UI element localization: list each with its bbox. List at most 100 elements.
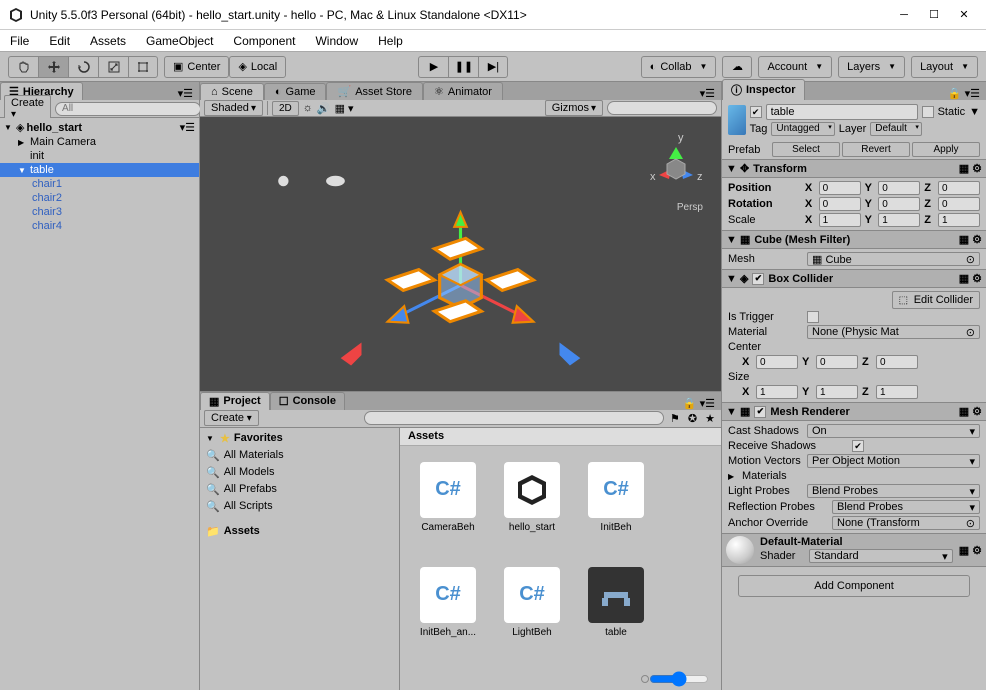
receive-shadows-checkbox[interactable]: ✔	[852, 440, 864, 452]
gameobject-icon[interactable]	[728, 105, 746, 135]
hierarchy-item[interactable]: chair2	[0, 191, 199, 205]
asset-item[interactable]: C#InitBeh	[584, 462, 648, 533]
play-button[interactable]: ▶	[418, 56, 448, 78]
scale-x[interactable]	[819, 213, 861, 227]
menu-window[interactable]: Window	[311, 32, 362, 50]
scale-y[interactable]	[878, 213, 920, 227]
minimize-button[interactable]: ─	[898, 9, 910, 21]
cloud-button[interactable]: ☁	[722, 56, 752, 78]
tag-dropdown[interactable]: Untagged	[771, 122, 834, 136]
scene-gizmo-icon[interactable]: y x z	[641, 127, 711, 197]
menu-assets[interactable]: Assets	[86, 32, 130, 50]
material-header[interactable]: Default-Material ShaderStandard▾ ▦ ⚙	[722, 533, 986, 567]
assets-breadcrumb[interactable]: Assets	[400, 428, 721, 446]
cast-shadows-dropdown[interactable]: On▾	[807, 424, 980, 438]
menu-gameobject[interactable]: GameObject	[142, 32, 217, 50]
icon-size-slider[interactable]	[649, 671, 709, 687]
physicmat-field[interactable]: None (Physic Mat⊙	[807, 325, 980, 339]
filter-icon[interactable]: ✪	[686, 412, 699, 425]
trigger-checkbox[interactable]	[807, 311, 819, 323]
pause-button[interactable]: ❚❚	[448, 56, 478, 78]
hierarchy-item[interactable]: ▶Main Camera	[0, 135, 199, 149]
tab-scene[interactable]: ⌂ Scene	[200, 83, 264, 100]
tab-game[interactable]: ◐ Game	[264, 83, 327, 100]
hierarchy-item[interactable]: chair1	[0, 177, 199, 191]
move-tool[interactable]	[38, 56, 68, 78]
project-create-button[interactable]: Create ▾	[204, 410, 259, 426]
rot-x[interactable]	[819, 197, 861, 211]
asset-item[interactable]: C#LightBeh	[500, 567, 564, 638]
prefab-revert-button[interactable]: Revert	[842, 142, 910, 157]
shaded-dropdown[interactable]: Shaded ▾	[204, 100, 263, 116]
maximize-button[interactable]: ☐	[928, 9, 940, 21]
menu-component[interactable]: Component	[229, 32, 299, 50]
fav-item[interactable]: 🔍All Models	[200, 464, 399, 481]
meshfilter-header[interactable]: ▼ ▦ Cube (Mesh Filter)▦ ⚙	[722, 230, 986, 249]
center-z[interactable]	[876, 355, 918, 369]
center-y[interactable]	[816, 355, 858, 369]
scene-view[interactable]: y x z Persp	[200, 117, 721, 391]
scale-tool[interactable]	[98, 56, 128, 78]
project-tab[interactable]: ▦ Project	[200, 392, 270, 410]
scale-z[interactable]	[938, 213, 980, 227]
layout-dropdown[interactable]: Layout▼	[911, 56, 978, 78]
mode-2d-toggle[interactable]: 2D	[272, 101, 299, 116]
fx-toggle-icon[interactable]: ▦ ▾	[335, 102, 354, 115]
pos-x[interactable]	[819, 181, 861, 195]
scene-search-input[interactable]	[607, 101, 717, 115]
hierarchy-item[interactable]: chair3	[0, 205, 199, 219]
static-checkbox[interactable]	[922, 106, 934, 118]
menu-file[interactable]: File	[6, 32, 33, 50]
filter-icon[interactable]: ⚑	[668, 412, 682, 425]
pivot-local[interactable]: ◈ Local	[229, 56, 286, 78]
hierarchy-search-input[interactable]	[55, 102, 201, 116]
fav-item[interactable]: 🔍All Materials	[200, 447, 399, 464]
prefab-select-button[interactable]: Select	[772, 142, 840, 157]
layer-dropdown[interactable]: Default	[870, 122, 922, 136]
hierarchy-item[interactable]: chair4	[0, 219, 199, 233]
size-z[interactable]	[876, 385, 918, 399]
scene-root[interactable]: ▼◈ hello_start▾☰	[0, 120, 199, 135]
meshrenderer-header[interactable]: ▼ ▦ ✔ Mesh Renderer▦ ⚙	[722, 402, 986, 421]
audio-toggle-icon[interactable]: 🔊	[317, 102, 331, 115]
menu-help[interactable]: Help	[374, 32, 407, 50]
project-menu-icon[interactable]: 🔒 ▾☰	[677, 397, 721, 410]
size-y[interactable]	[816, 385, 858, 399]
hierarchy-item[interactable]: init	[0, 149, 199, 163]
hand-tool[interactable]	[8, 56, 38, 78]
anchor-field[interactable]: None (Transform⊙	[832, 516, 980, 530]
pos-y[interactable]	[878, 181, 920, 195]
pivot-center[interactable]: ▣ Center	[164, 56, 229, 78]
inspector-tab[interactable]: ⓘ Inspector	[722, 79, 805, 100]
inspector-menu-icon[interactable]: 🔒 ▾☰	[942, 87, 986, 100]
layers-dropdown[interactable]: Layers▼	[838, 56, 905, 78]
size-x[interactable]	[756, 385, 798, 399]
asset-item[interactable]: table	[584, 567, 648, 638]
tab-animator[interactable]: ⚛ Animator	[423, 82, 503, 100]
prefab-apply-button[interactable]: Apply	[912, 142, 980, 157]
name-field[interactable]	[766, 104, 918, 120]
motion-dropdown[interactable]: Per Object Motion▾	[807, 454, 980, 468]
favorites-label[interactable]: ▼★ Favorites	[200, 430, 399, 447]
lightprobes-dropdown[interactable]: Blend Probes▾	[807, 484, 980, 498]
filter-icon[interactable]: ★	[703, 412, 717, 425]
step-button[interactable]: ▶|	[478, 56, 508, 78]
fav-item[interactable]: 🔍All Prefabs	[200, 481, 399, 498]
boxcollider-header[interactable]: ▼ ◈ ✔ Box Collider▦ ⚙	[722, 269, 986, 288]
hierarchy-menu-icon[interactable]: ▾☰	[172, 87, 199, 100]
add-component-button[interactable]: Add Component	[738, 575, 970, 597]
active-checkbox[interactable]: ✔	[750, 106, 762, 118]
collab-dropdown[interactable]: ◐ Collab▼	[641, 56, 717, 78]
console-tab[interactable]: ☐ Console	[270, 392, 345, 410]
asset-item[interactable]: C#InitBeh_an...	[416, 567, 480, 638]
light-toggle-icon[interactable]: ☼	[303, 102, 313, 114]
rot-z[interactable]	[938, 197, 980, 211]
rotate-tool[interactable]	[68, 56, 98, 78]
mesh-field[interactable]: ▦ Cube⊙	[807, 252, 980, 266]
tab-asset-store[interactable]: 🛒 Asset Store	[326, 82, 423, 100]
asset-item[interactable]: hello_start	[500, 462, 564, 533]
close-button[interactable]: ✕	[958, 9, 970, 21]
asset-item[interactable]: C#CameraBeh	[416, 462, 480, 533]
scene-menu-icon[interactable]: ▾☰	[694, 87, 721, 100]
account-dropdown[interactable]: Account▼	[758, 56, 832, 78]
